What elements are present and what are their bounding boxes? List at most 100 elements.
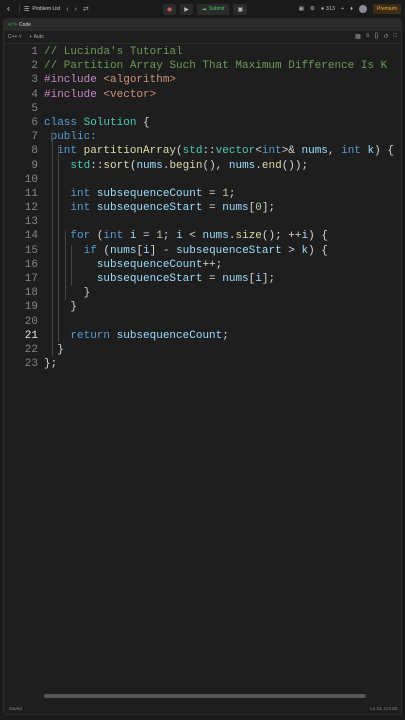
top-navigation-bar: ‹ ☰ Problem List ‹ › ⇄ ◉ ▶ ☁ Submit ▣ ▦ … xyxy=(0,0,405,18)
indent-guide xyxy=(71,244,73,286)
line-number: 1 xyxy=(31,46,38,58)
prev-problem-icon[interactable]: ‹ xyxy=(66,6,68,13)
indent-guide xyxy=(64,230,66,300)
horizontal-scrollbar[interactable] xyxy=(44,694,366,698)
format-icon[interactable]: ≡ xyxy=(366,33,370,40)
code-text: // Partition Array Such That Maximum Dif… xyxy=(44,60,388,73)
code-line[interactable]: 20 xyxy=(4,315,401,329)
indent-guide xyxy=(51,131,53,357)
notes-icon[interactable]: ▣ xyxy=(233,3,248,15)
language-label: C++ xyxy=(8,34,18,40)
line-number: 18 xyxy=(24,287,38,300)
shuffle-icon[interactable]: ⇄ xyxy=(83,5,89,13)
fullscreen-icon[interactable]: □ xyxy=(393,33,397,40)
panel-title: Code xyxy=(19,22,31,28)
code-text: #include <vector> xyxy=(44,88,157,101)
code-text: return subsequenceCount; xyxy=(70,329,229,342)
run-controls: ◉ ▶ ☁ Submit ▣ xyxy=(163,3,248,15)
code-text: int subsequenceCount = 1; xyxy=(70,187,236,200)
line-number: 13 xyxy=(24,216,38,229)
code-line[interactable]: 21 return subsequenceCount; xyxy=(4,329,401,343)
code-text: std::sort(nums.begin(), nums.end()); xyxy=(70,159,309,172)
code-line[interactable]: 6 class Solution { xyxy=(4,116,401,130)
braces-icon[interactable]: {} xyxy=(374,33,378,40)
code-line[interactable]: 5 xyxy=(4,102,401,116)
code-line[interactable]: 12 int subsequenceStart = nums[0]; xyxy=(4,201,401,215)
line-number: 10 xyxy=(24,173,38,186)
line-number: 20 xyxy=(24,315,38,328)
add-user-icon[interactable]: + xyxy=(341,6,344,12)
code-line[interactable]: 23}; xyxy=(4,357,401,371)
line-number: 11 xyxy=(24,187,38,200)
autosave-label: Auto xyxy=(33,34,44,40)
code-icon: </> xyxy=(8,22,18,28)
save-status: Saved xyxy=(9,705,22,711)
fire-icon: ● xyxy=(320,6,325,12)
leetcode-logo-icon[interactable]: ‹ xyxy=(7,5,15,13)
line-number: 2 xyxy=(31,60,38,73)
code-text: for (int i = 1; i < nums.size(); ++i) { xyxy=(70,230,328,243)
avatar[interactable] xyxy=(358,5,367,13)
code-text: } xyxy=(44,343,64,356)
line-number: 19 xyxy=(24,301,38,314)
code-text: }; xyxy=(44,358,58,371)
code-line[interactable]: 13 xyxy=(4,215,401,229)
code-line[interactable]: 19 } xyxy=(4,300,401,314)
code-editor[interactable]: 1 // Lucinda's Tutorial 2 // Partition Arra… xyxy=(4,45,401,371)
line-number: 5 xyxy=(31,102,38,115)
code-text: if (nums[i] - subsequenceStart > k) { xyxy=(83,244,328,257)
code-line[interactable]: 1 // Lucinda's Tutorial xyxy=(4,45,401,59)
line-number: 22 xyxy=(24,343,38,356)
code-line[interactable]: 9 std::sort(nums.begin(), nums.end()); xyxy=(4,159,401,173)
code-text: // Lucinda's Tutorial xyxy=(44,46,183,58)
layout-icon[interactable]: ▦ xyxy=(299,6,304,12)
code-editor-panel: </> Code C++ ˅ ▪ Auto ▦ ≡ {} ↺ □ 1 // Luc… xyxy=(3,18,402,715)
premium-button[interactable]: Premium xyxy=(372,4,401,14)
debug-icon[interactable]: ◉ xyxy=(163,3,177,15)
code-text: class Solution { xyxy=(44,116,150,129)
line-number: 3 xyxy=(31,74,38,87)
code-line[interactable]: 10 xyxy=(4,173,401,187)
run-button[interactable]: ▶ xyxy=(180,3,193,15)
problem-list-icon[interactable]: ☰ xyxy=(24,6,29,13)
bookmark-icon[interactable]: ▦ xyxy=(355,33,361,40)
code-line[interactable]: 11 int subsequenceCount = 1; xyxy=(4,187,401,201)
code-line[interactable]: 7 public: xyxy=(4,130,401,144)
code-text: #include <algorithm> xyxy=(44,74,177,87)
code-line[interactable]: 2 // Partition Array Such That Maximum Di… xyxy=(4,59,401,73)
line-number: 16 xyxy=(24,258,38,271)
status-bar: Saved Ln 21, Col 28 xyxy=(4,702,401,714)
line-number: 7 xyxy=(31,131,38,144)
code-line[interactable]: 8 int partitionArray(std::vector<int>& n… xyxy=(4,144,401,158)
indent-guide xyxy=(58,145,60,343)
code-line[interactable]: 16 subsequenceCount++; xyxy=(4,258,401,272)
streak-counter[interactable]: ● 313 xyxy=(321,6,335,12)
code-line[interactable]: 15 if (nums[i] - subsequenceStart > k) { xyxy=(4,244,401,258)
cloud-upload-icon: ☁ xyxy=(201,6,207,12)
line-number: 14 xyxy=(24,230,38,243)
code-line[interactable]: 17 subsequenceStart = nums[i]; xyxy=(4,272,401,286)
line-number: 6 xyxy=(31,116,38,129)
language-select[interactable]: C++ ˅ xyxy=(8,34,22,40)
settings-icon[interactable]: ⚙ xyxy=(310,6,315,12)
lock-icon: ▪ xyxy=(29,34,32,40)
code-line[interactable]: 14 for (int i = 1; i < nums.size(); ++i)… xyxy=(4,229,401,243)
code-line[interactable]: 22 } xyxy=(4,343,401,357)
reset-icon[interactable]: ↺ xyxy=(383,33,388,40)
code-text: int subsequenceStart = nums[0]; xyxy=(70,202,276,215)
code-line[interactable]: 4 #include <vector> xyxy=(4,88,401,102)
next-problem-icon[interactable]: › xyxy=(75,6,77,13)
code-text: } xyxy=(44,301,78,314)
code-text: int partitionArray(std::vector<int>& num… xyxy=(57,145,394,158)
code-line[interactable]: 3 #include <algorithm> xyxy=(4,73,401,87)
code-text: subsequenceStart = nums[i]; xyxy=(96,273,276,285)
line-number: 8 xyxy=(31,145,38,158)
submit-button[interactable]: ☁ Submit xyxy=(196,3,230,15)
line-number: 15 xyxy=(24,244,38,257)
line-number: 23 xyxy=(24,358,38,371)
notification-bell-icon[interactable]: ♦ xyxy=(350,6,353,12)
autosave-toggle[interactable]: ▪ Auto xyxy=(30,34,44,40)
chevron-down-icon: ˅ xyxy=(18,34,22,40)
code-line[interactable]: 18 } xyxy=(4,286,401,300)
problem-list-link[interactable]: Problem List xyxy=(32,6,60,12)
